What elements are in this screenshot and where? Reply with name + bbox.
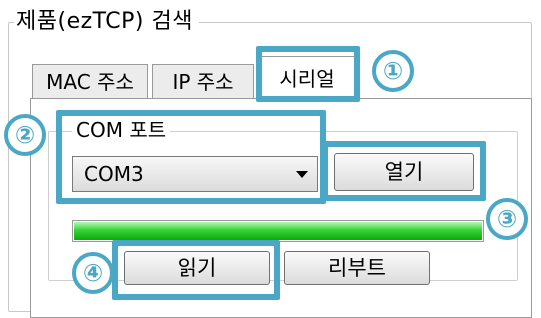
highlight-box-com-port: [56, 110, 326, 204]
callout-2: ②: [4, 114, 46, 156]
reboot-button[interactable]: 리부트: [284, 251, 430, 285]
highlight-box-read-button: [112, 240, 280, 300]
callout-1: ①: [372, 50, 414, 92]
progress-bar: [72, 220, 484, 242]
highlight-box-serial-tab: [256, 46, 360, 102]
callout-3: ③: [486, 198, 528, 240]
tab-ip-address[interactable]: IP 주소: [152, 64, 254, 98]
group-title: 제품(ezTCP) 검색: [14, 8, 199, 36]
highlight-box-open-button: [322, 141, 486, 201]
tab-mac-address[interactable]: MAC 주소: [32, 64, 148, 98]
callout-4: ④: [72, 252, 114, 294]
progress-fill: [74, 222, 482, 240]
